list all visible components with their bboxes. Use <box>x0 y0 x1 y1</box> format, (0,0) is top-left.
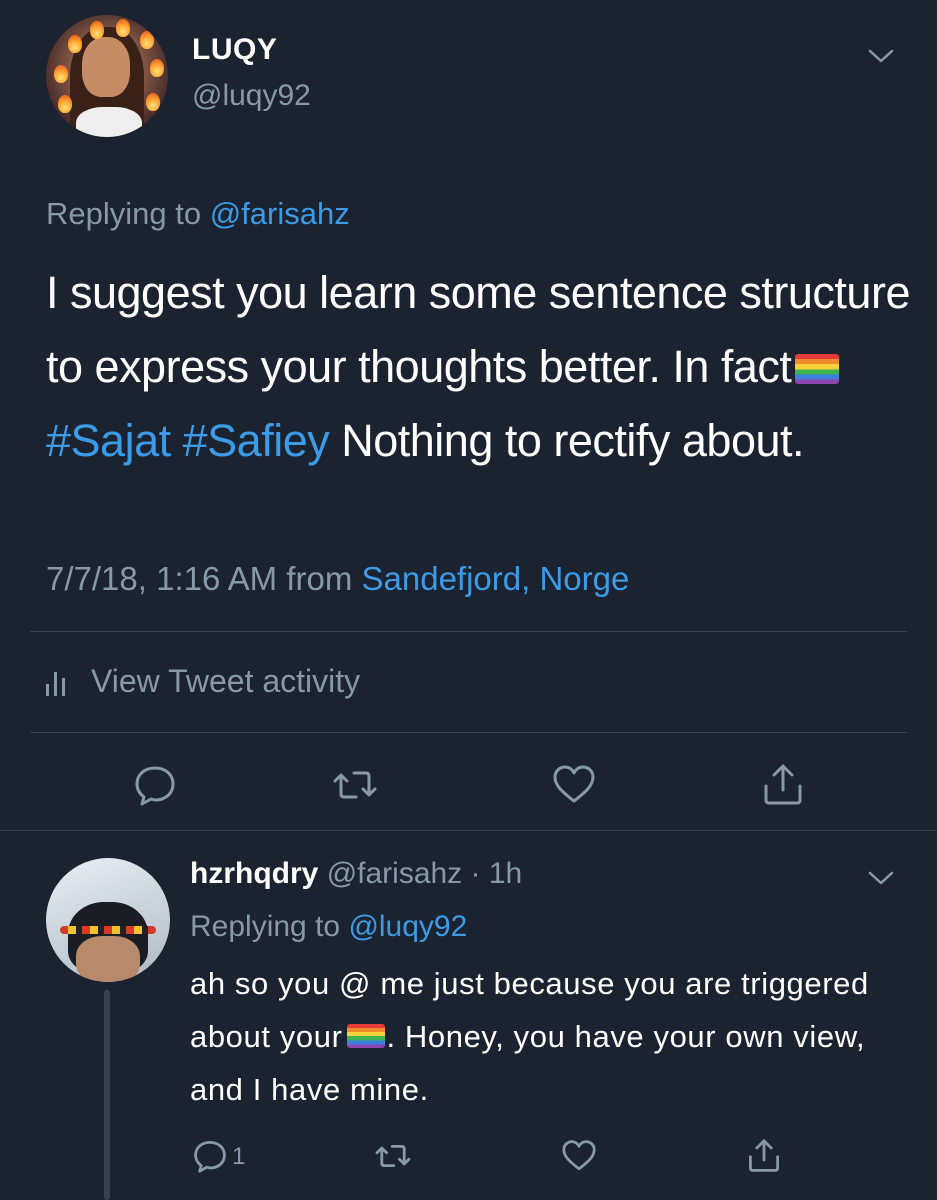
chevron-down-icon[interactable] <box>866 44 896 68</box>
reply-icon[interactable] <box>130 760 180 810</box>
reply-icon[interactable] <box>190 1136 230 1176</box>
reply-time[interactable]: 1h <box>489 857 522 890</box>
tweet-timestamp: 7/7/18, 1:16 AM from Sandefjord, Norge <box>46 560 629 598</box>
reply-author-display-name[interactable]: hzrhqdry <box>190 857 318 890</box>
author-handle[interactable]: @luqy92 <box>192 79 311 113</box>
hashtag-link[interactable]: #Sajat <box>46 415 171 466</box>
divider <box>30 631 907 632</box>
share-icon[interactable] <box>758 760 808 810</box>
separator-dot: · <box>462 857 489 890</box>
share-icon[interactable] <box>744 1136 784 1176</box>
reply-text: ah so you @ me just because you are trig… <box>190 957 910 1116</box>
thread-connector-line <box>104 990 110 1200</box>
replying-to-label: Replying to <box>46 196 210 231</box>
replying-to-link[interactable]: @luqy92 <box>348 910 467 943</box>
view-tweet-activity[interactable]: View Tweet activity <box>46 663 360 700</box>
author-display-name[interactable]: LUQY <box>192 33 277 67</box>
author-avatar[interactable] <box>46 15 168 137</box>
tweet-text-tail: Nothing to rectify about. <box>329 415 805 466</box>
like-icon[interactable] <box>549 760 599 810</box>
reply-count: 1 <box>232 1143 246 1170</box>
rainbow-flag-icon <box>795 354 840 384</box>
replying-to-link[interactable]: @farisahz <box>210 196 350 231</box>
reply-replying-to-line: Replying to @luqy92 <box>190 910 467 944</box>
tweet-text: I suggest you learn some sentence struct… <box>46 256 916 478</box>
view-tweet-activity-label: View Tweet activity <box>91 663 361 699</box>
replying-to-label: Replying to <box>190 910 349 943</box>
timestamp-text: 7/7/18, 1:16 AM from <box>46 560 362 597</box>
tweet-text-body: I suggest you learn some sentence struct… <box>46 267 910 392</box>
chevron-down-icon[interactable] <box>866 866 896 890</box>
replying-to-line: Replying to @farisahz <box>46 196 350 232</box>
reply-author-avatar[interactable] <box>46 858 170 982</box>
reply-author-handle[interactable]: @farisahz <box>327 857 463 890</box>
retweet-icon[interactable] <box>330 760 380 810</box>
rainbow-flag-icon <box>346 1024 385 1048</box>
divider <box>0 830 937 831</box>
divider <box>30 732 907 733</box>
retweet-icon[interactable] <box>373 1136 413 1176</box>
analytics-icon <box>46 668 65 696</box>
location-link[interactable]: Sandefjord, Norge <box>362 560 630 597</box>
reply-header: hzrhqdry @farisahz · 1h <box>190 857 522 891</box>
like-icon[interactable] <box>559 1136 599 1176</box>
hashtag-link[interactable]: #Safiey <box>183 415 330 466</box>
